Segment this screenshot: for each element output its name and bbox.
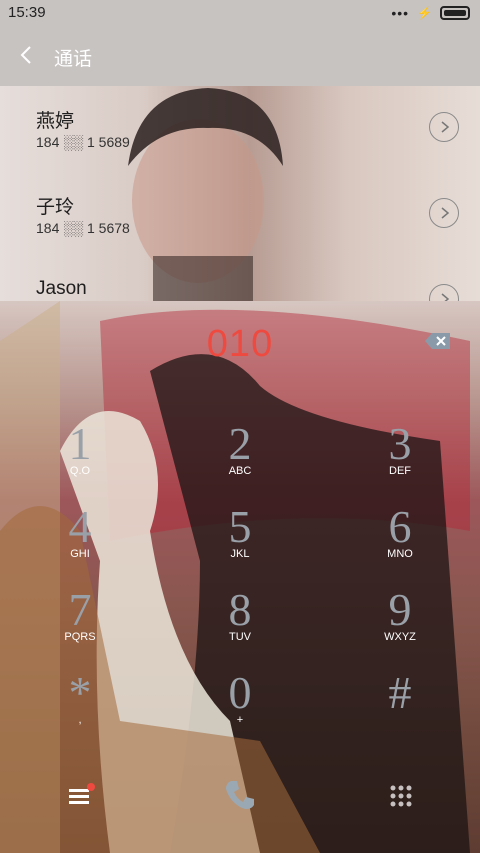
key-digit: 2 bbox=[228, 418, 252, 469]
contact-details-button[interactable] bbox=[429, 198, 459, 228]
battery-icon bbox=[440, 6, 470, 20]
key-digit: 9 bbox=[388, 584, 412, 635]
key-5[interactable]: 5 JKL bbox=[180, 504, 300, 594]
key-letters: JKL bbox=[230, 548, 250, 560]
key-letters: + bbox=[236, 714, 244, 726]
charging-icon: ⚡ bbox=[417, 6, 432, 20]
list-item[interactable]: 燕婷 184 ░░ 1 5689 bbox=[0, 86, 480, 172]
key-9[interactable]: 9 WXYZ bbox=[340, 587, 460, 677]
key-hash[interactable]: # bbox=[340, 670, 460, 760]
key-0[interactable]: 0 + bbox=[180, 670, 300, 760]
contact-number: 184 ░░ 1 5689 bbox=[36, 134, 130, 150]
key-letters: Q.O bbox=[69, 465, 91, 477]
key-digit: 4 bbox=[68, 501, 92, 552]
app-bar: 通话 bbox=[0, 28, 480, 86]
contact-name: 子玲 bbox=[36, 197, 75, 218]
key-letters: MNO bbox=[387, 548, 413, 560]
list-item[interactable]: 子玲 184 ░░ 1 5678 bbox=[0, 172, 480, 258]
menu-icon[interactable] bbox=[66, 781, 96, 811]
key-letters: WXYZ bbox=[384, 631, 416, 643]
key-digit: * bbox=[68, 667, 92, 718]
phone-call-icon[interactable] bbox=[222, 777, 258, 813]
key-letters: , bbox=[78, 714, 82, 726]
dial-input-display[interactable]: 010 bbox=[0, 323, 480, 366]
key-digit: 8 bbox=[228, 584, 252, 635]
contact-number: 184 ░░ 1 5678 bbox=[36, 220, 130, 236]
key-digit: 7 bbox=[68, 584, 92, 635]
key-digit: # bbox=[388, 667, 412, 718]
contact-details-button[interactable] bbox=[429, 284, 459, 301]
key-letters: DEF bbox=[389, 465, 411, 477]
key-digit: 1 bbox=[68, 418, 92, 469]
key-letters: PQRS bbox=[64, 631, 96, 643]
more-dots-icon: ••• bbox=[391, 5, 410, 21]
key-star[interactable]: * , bbox=[20, 670, 140, 760]
key-letters: ABC bbox=[228, 465, 252, 477]
status-icons: ••• ⚡ bbox=[391, 6, 470, 20]
chevron-right-icon bbox=[441, 121, 450, 133]
key-6[interactable]: 6 MNO bbox=[340, 504, 460, 594]
key-letters: GHI bbox=[70, 548, 90, 560]
back-arrow-icon[interactable] bbox=[16, 44, 38, 66]
contact-list: 燕婷 184 ░░ 1 5689 子玲 184 ░░ 1 5678 Jason bbox=[0, 86, 480, 301]
key-digit: 0 bbox=[228, 667, 252, 718]
key-digit: 5 bbox=[228, 501, 252, 552]
key-3[interactable]: 3 DEF bbox=[340, 421, 460, 511]
status-time: 15:39 bbox=[8, 4, 46, 21]
chevron-right-icon bbox=[441, 207, 450, 219]
key-4[interactable]: 4 GHI bbox=[20, 504, 140, 594]
key-2[interactable]: 2 ABC bbox=[180, 421, 300, 511]
key-7[interactable]: 7 PQRS bbox=[20, 587, 140, 677]
key-8[interactable]: 8 TUV bbox=[180, 587, 300, 677]
contact-name: 燕婷 bbox=[36, 111, 75, 132]
page-title: 通话 bbox=[54, 49, 93, 70]
dialer-panel: 010 1 Q.O 2 ABC 3 DEF 4 GHI 5 JKL 6 MNO … bbox=[0, 301, 480, 853]
key-1[interactable]: 1 Q.O bbox=[20, 421, 140, 511]
dialer-bottom-bar bbox=[0, 769, 480, 853]
backspace-icon[interactable] bbox=[424, 331, 452, 351]
chevron-right-icon bbox=[441, 293, 450, 301]
keypad-icon[interactable] bbox=[386, 781, 416, 811]
key-digit: 6 bbox=[388, 501, 412, 552]
key-digit: 3 bbox=[388, 418, 412, 469]
list-item[interactable]: Jason bbox=[0, 258, 480, 301]
contact-details-button[interactable] bbox=[429, 112, 459, 142]
key-letters: TUV bbox=[229, 631, 251, 643]
status-bar: 15:39 ••• ⚡ bbox=[0, 0, 480, 28]
contact-name: Jason bbox=[36, 278, 87, 299]
